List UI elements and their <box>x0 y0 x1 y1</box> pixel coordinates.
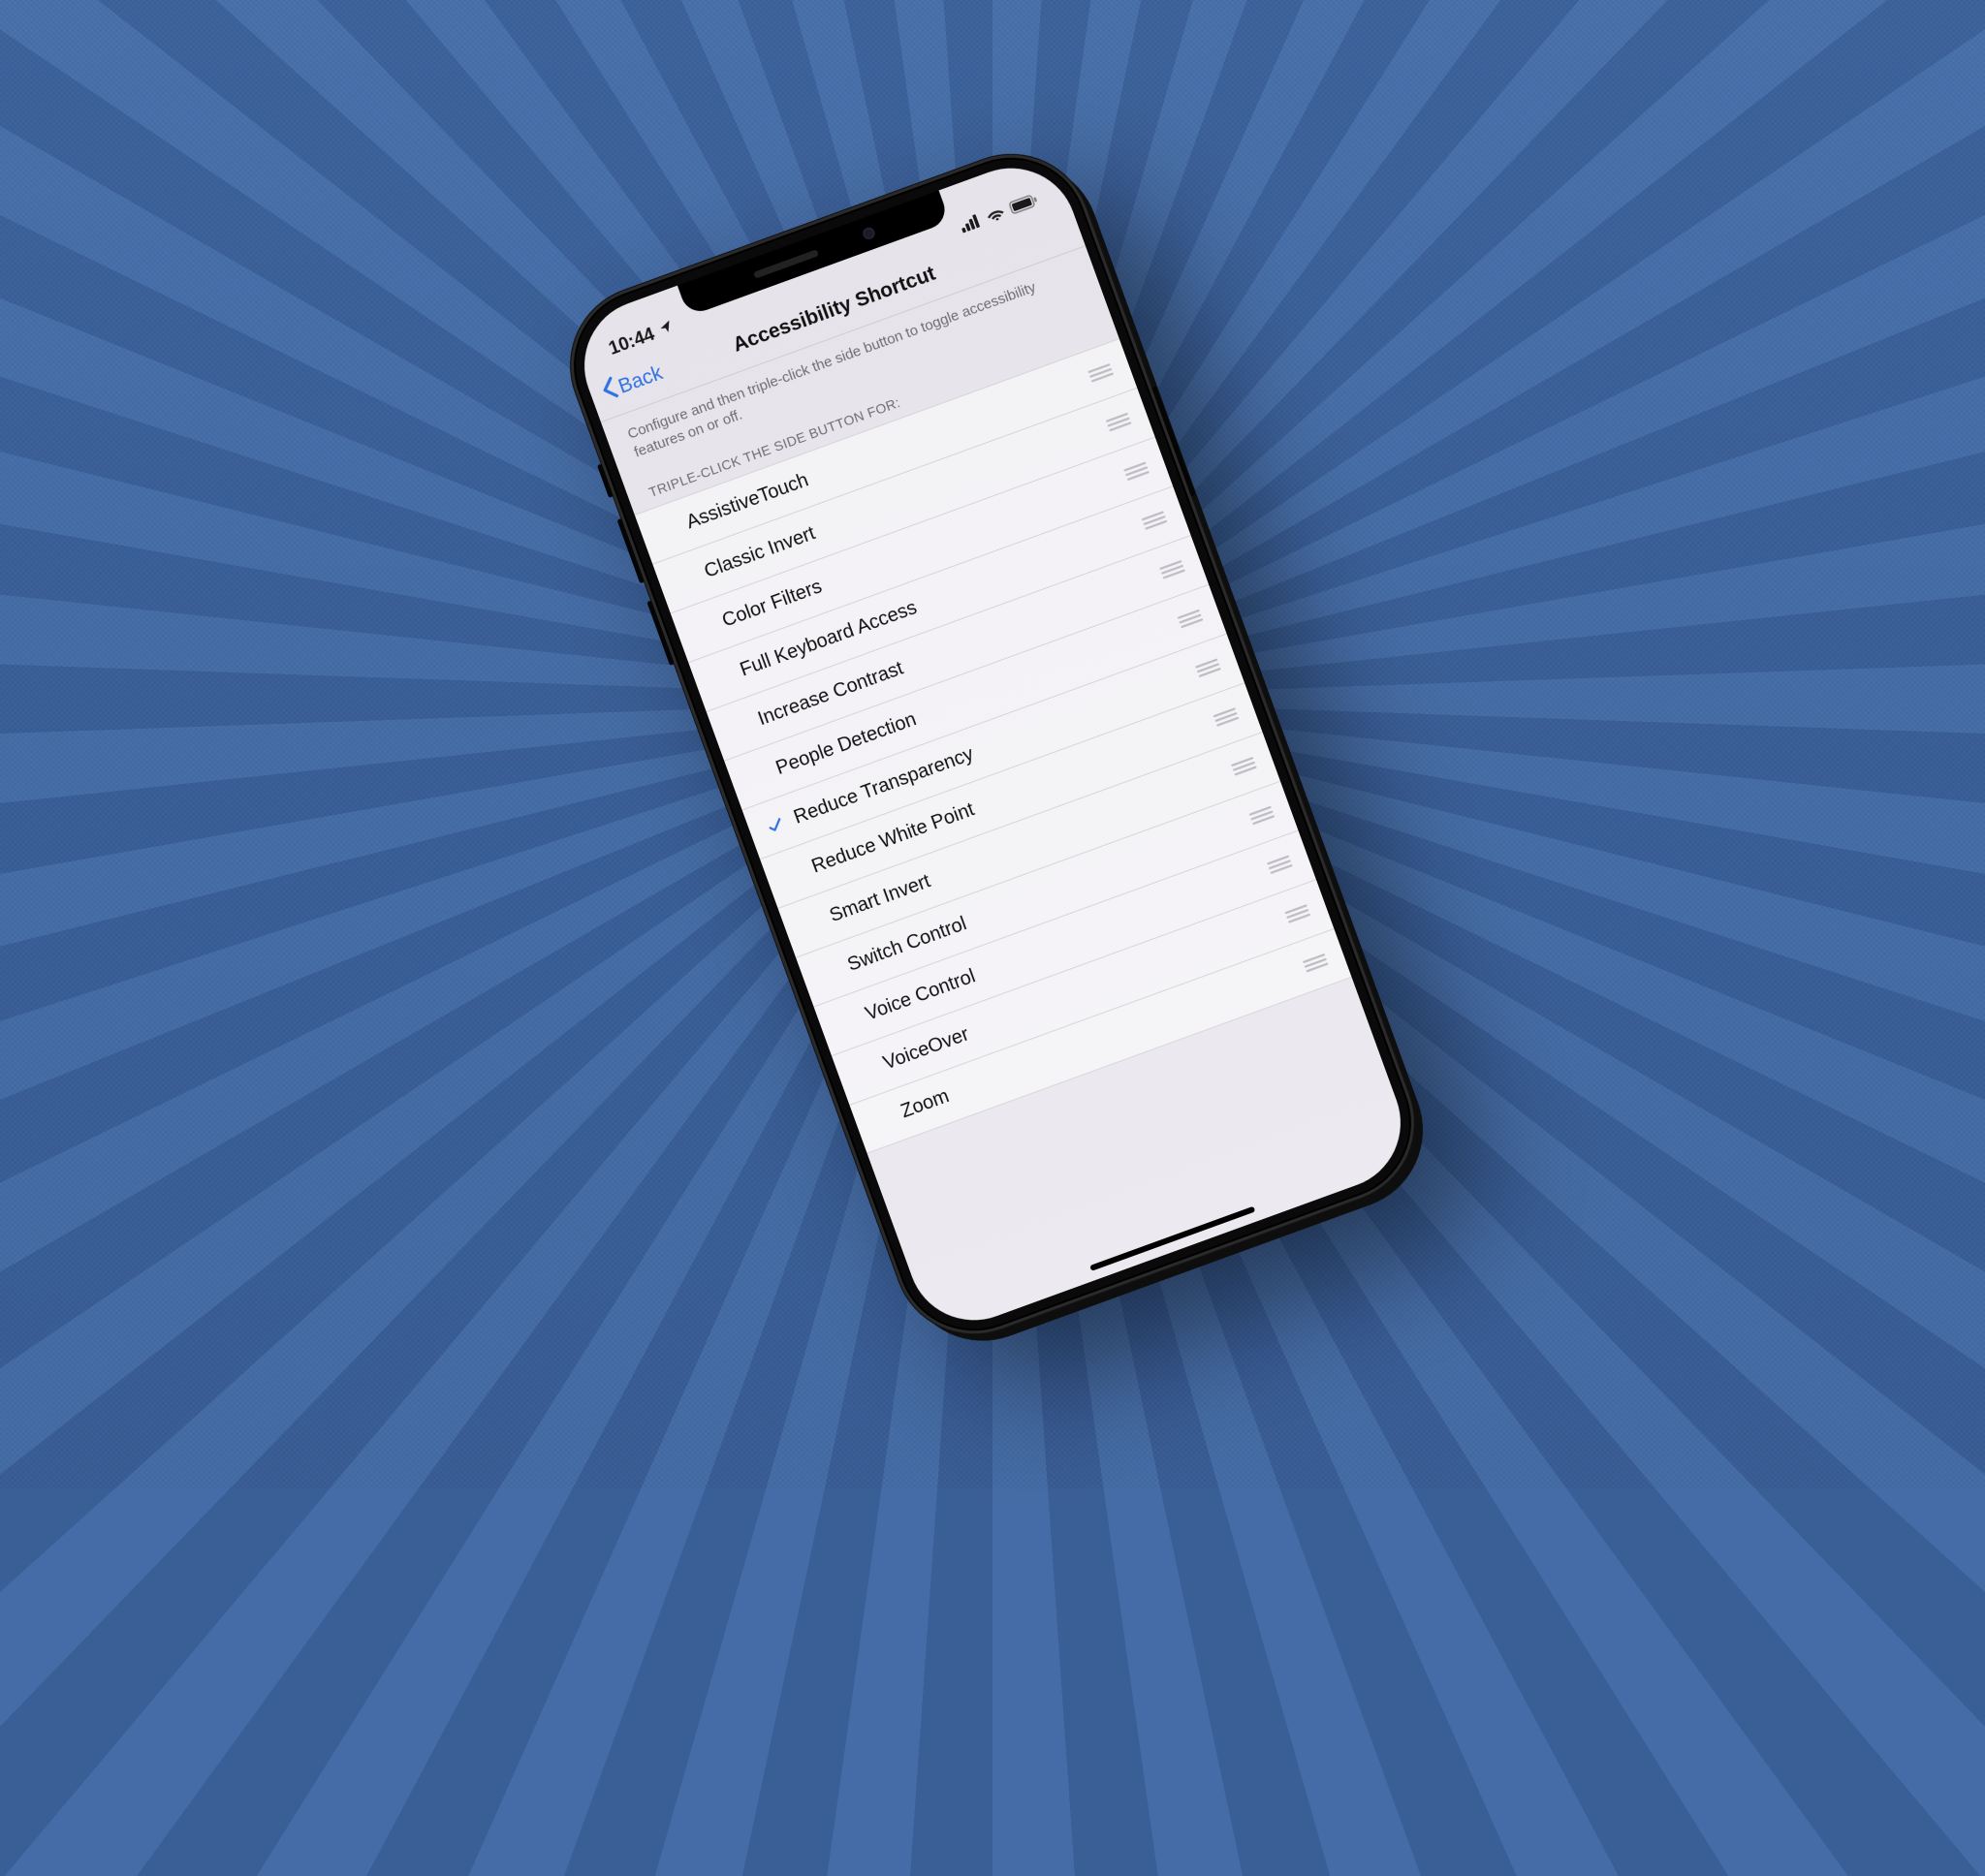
checkmark-icon <box>798 919 825 928</box>
checkmark-icon <box>673 575 700 584</box>
checkmark-icon <box>726 722 753 732</box>
reorder-handle-icon[interactable] <box>1141 510 1167 530</box>
reorder-handle-icon[interactable] <box>1267 854 1293 874</box>
checkmark-icon <box>779 869 806 879</box>
reorder-handle-icon[interactable] <box>1159 559 1185 579</box>
reorder-handle-icon[interactable] <box>1231 756 1257 776</box>
checkmark-icon <box>654 525 681 535</box>
reorder-handle-icon[interactable] <box>1213 706 1239 727</box>
back-button[interactable]: Back <box>598 359 667 407</box>
reorder-handle-icon[interactable] <box>1195 657 1221 677</box>
checkmark-icon <box>690 624 717 634</box>
checkmark-icon <box>744 771 772 781</box>
reorder-handle-icon[interactable] <box>1248 805 1275 826</box>
checkmark-icon <box>851 1066 878 1076</box>
reorder-handle-icon[interactable] <box>1284 903 1310 923</box>
checkmark-icon <box>709 672 736 682</box>
reorder-handle-icon[interactable] <box>1087 362 1114 383</box>
back-label: Back <box>615 361 666 399</box>
checkmark-icon <box>869 1114 897 1124</box>
checkmark-icon <box>815 968 842 978</box>
location-icon <box>656 317 677 342</box>
reorder-handle-icon[interactable] <box>1105 412 1131 432</box>
reorder-handle-icon[interactable] <box>1302 952 1328 972</box>
reorder-handle-icon[interactable] <box>1177 609 1203 629</box>
reorder-handle-icon[interactable] <box>1123 461 1150 482</box>
checkmark-icon <box>834 1016 861 1026</box>
